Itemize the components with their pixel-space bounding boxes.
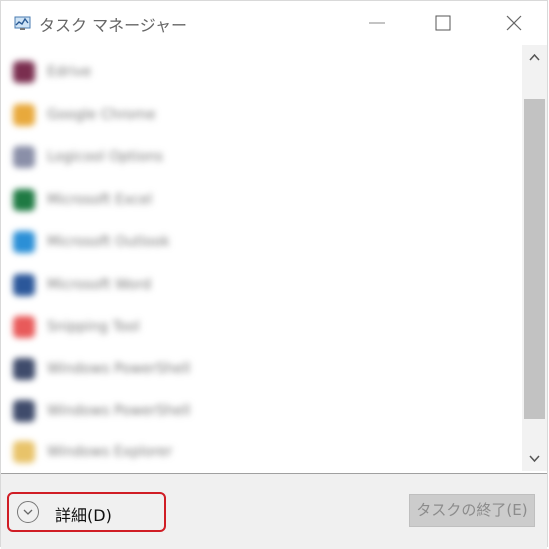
- app-row[interactable]: Snipping Tool: [9, 310, 339, 344]
- app-name: Snipping Tool: [47, 319, 140, 335]
- footer-bar: 詳細(D) タスクの終了(E): [1, 473, 547, 549]
- app-icon: [13, 316, 35, 338]
- app-icon: [13, 104, 35, 126]
- app-name: Edrive: [47, 64, 92, 80]
- app-icon: [13, 61, 35, 83]
- app-row[interactable]: Microsoft Excel: [9, 183, 339, 217]
- app-row[interactable]: Microsoft Word: [9, 268, 339, 302]
- app-name: Windows PowerShell: [47, 403, 191, 419]
- details-label: 詳細(D): [55, 506, 112, 525]
- app-icon: [13, 441, 35, 463]
- app-icon: [13, 358, 35, 380]
- app-icon: [13, 400, 35, 422]
- close-icon: [506, 15, 522, 31]
- app-row[interactable]: Windows PowerShell: [9, 352, 339, 386]
- app-row[interactable]: Windows PowerShell: [9, 394, 339, 428]
- window-title: タスク マネージャー: [39, 16, 187, 35]
- maximize-button[interactable]: [419, 1, 467, 45]
- task-manager-app-icon: [14, 16, 31, 30]
- app-name: Windows PowerShell: [47, 361, 191, 377]
- scroll-up-button[interactable]: [522, 45, 547, 71]
- task-manager-window: タスク マネージャー Edrive Google Chrome Logicool…: [0, 0, 548, 549]
- close-button[interactable]: [490, 1, 538, 45]
- app-row[interactable]: Logicool Options: [9, 140, 339, 174]
- app-name: Microsoft Excel: [47, 192, 153, 208]
- minimize-button[interactable]: [353, 1, 401, 45]
- chevron-down-icon: [529, 455, 540, 463]
- app-name: Microsoft Word: [47, 277, 152, 293]
- app-name: Google Chrome: [47, 107, 156, 123]
- vertical-scrollbar[interactable]: [522, 45, 547, 471]
- end-task-button[interactable]: タスクの終了(E): [409, 494, 535, 527]
- chevron-up-icon: [529, 53, 540, 61]
- chevron-down-circle-icon: [17, 501, 39, 523]
- app-row[interactable]: Microsoft Outlook: [9, 225, 339, 259]
- app-row[interactable]: Windows Explorer: [9, 435, 339, 469]
- app-icon: [13, 274, 35, 296]
- app-name: Windows Explorer: [47, 444, 173, 460]
- app-name: Logicool Options: [47, 149, 164, 165]
- scrollbar-thumb[interactable]: [524, 99, 545, 419]
- app-icon: [13, 189, 35, 211]
- scroll-down-button[interactable]: [522, 445, 547, 471]
- maximize-icon: [435, 15, 451, 31]
- details-button[interactable]: 詳細(D): [7, 492, 166, 532]
- app-row[interactable]: Edrive: [9, 55, 339, 89]
- app-name: Microsoft Outlook: [47, 234, 170, 250]
- app-row[interactable]: Google Chrome: [9, 98, 339, 132]
- title-bar[interactable]: タスク マネージャー: [1, 1, 547, 45]
- minimize-icon: [369, 22, 385, 24]
- app-icon: [13, 146, 35, 168]
- running-apps-list: Edrive Google Chrome Logicool Options Mi…: [3, 45, 521, 471]
- app-icon: [13, 231, 35, 253]
